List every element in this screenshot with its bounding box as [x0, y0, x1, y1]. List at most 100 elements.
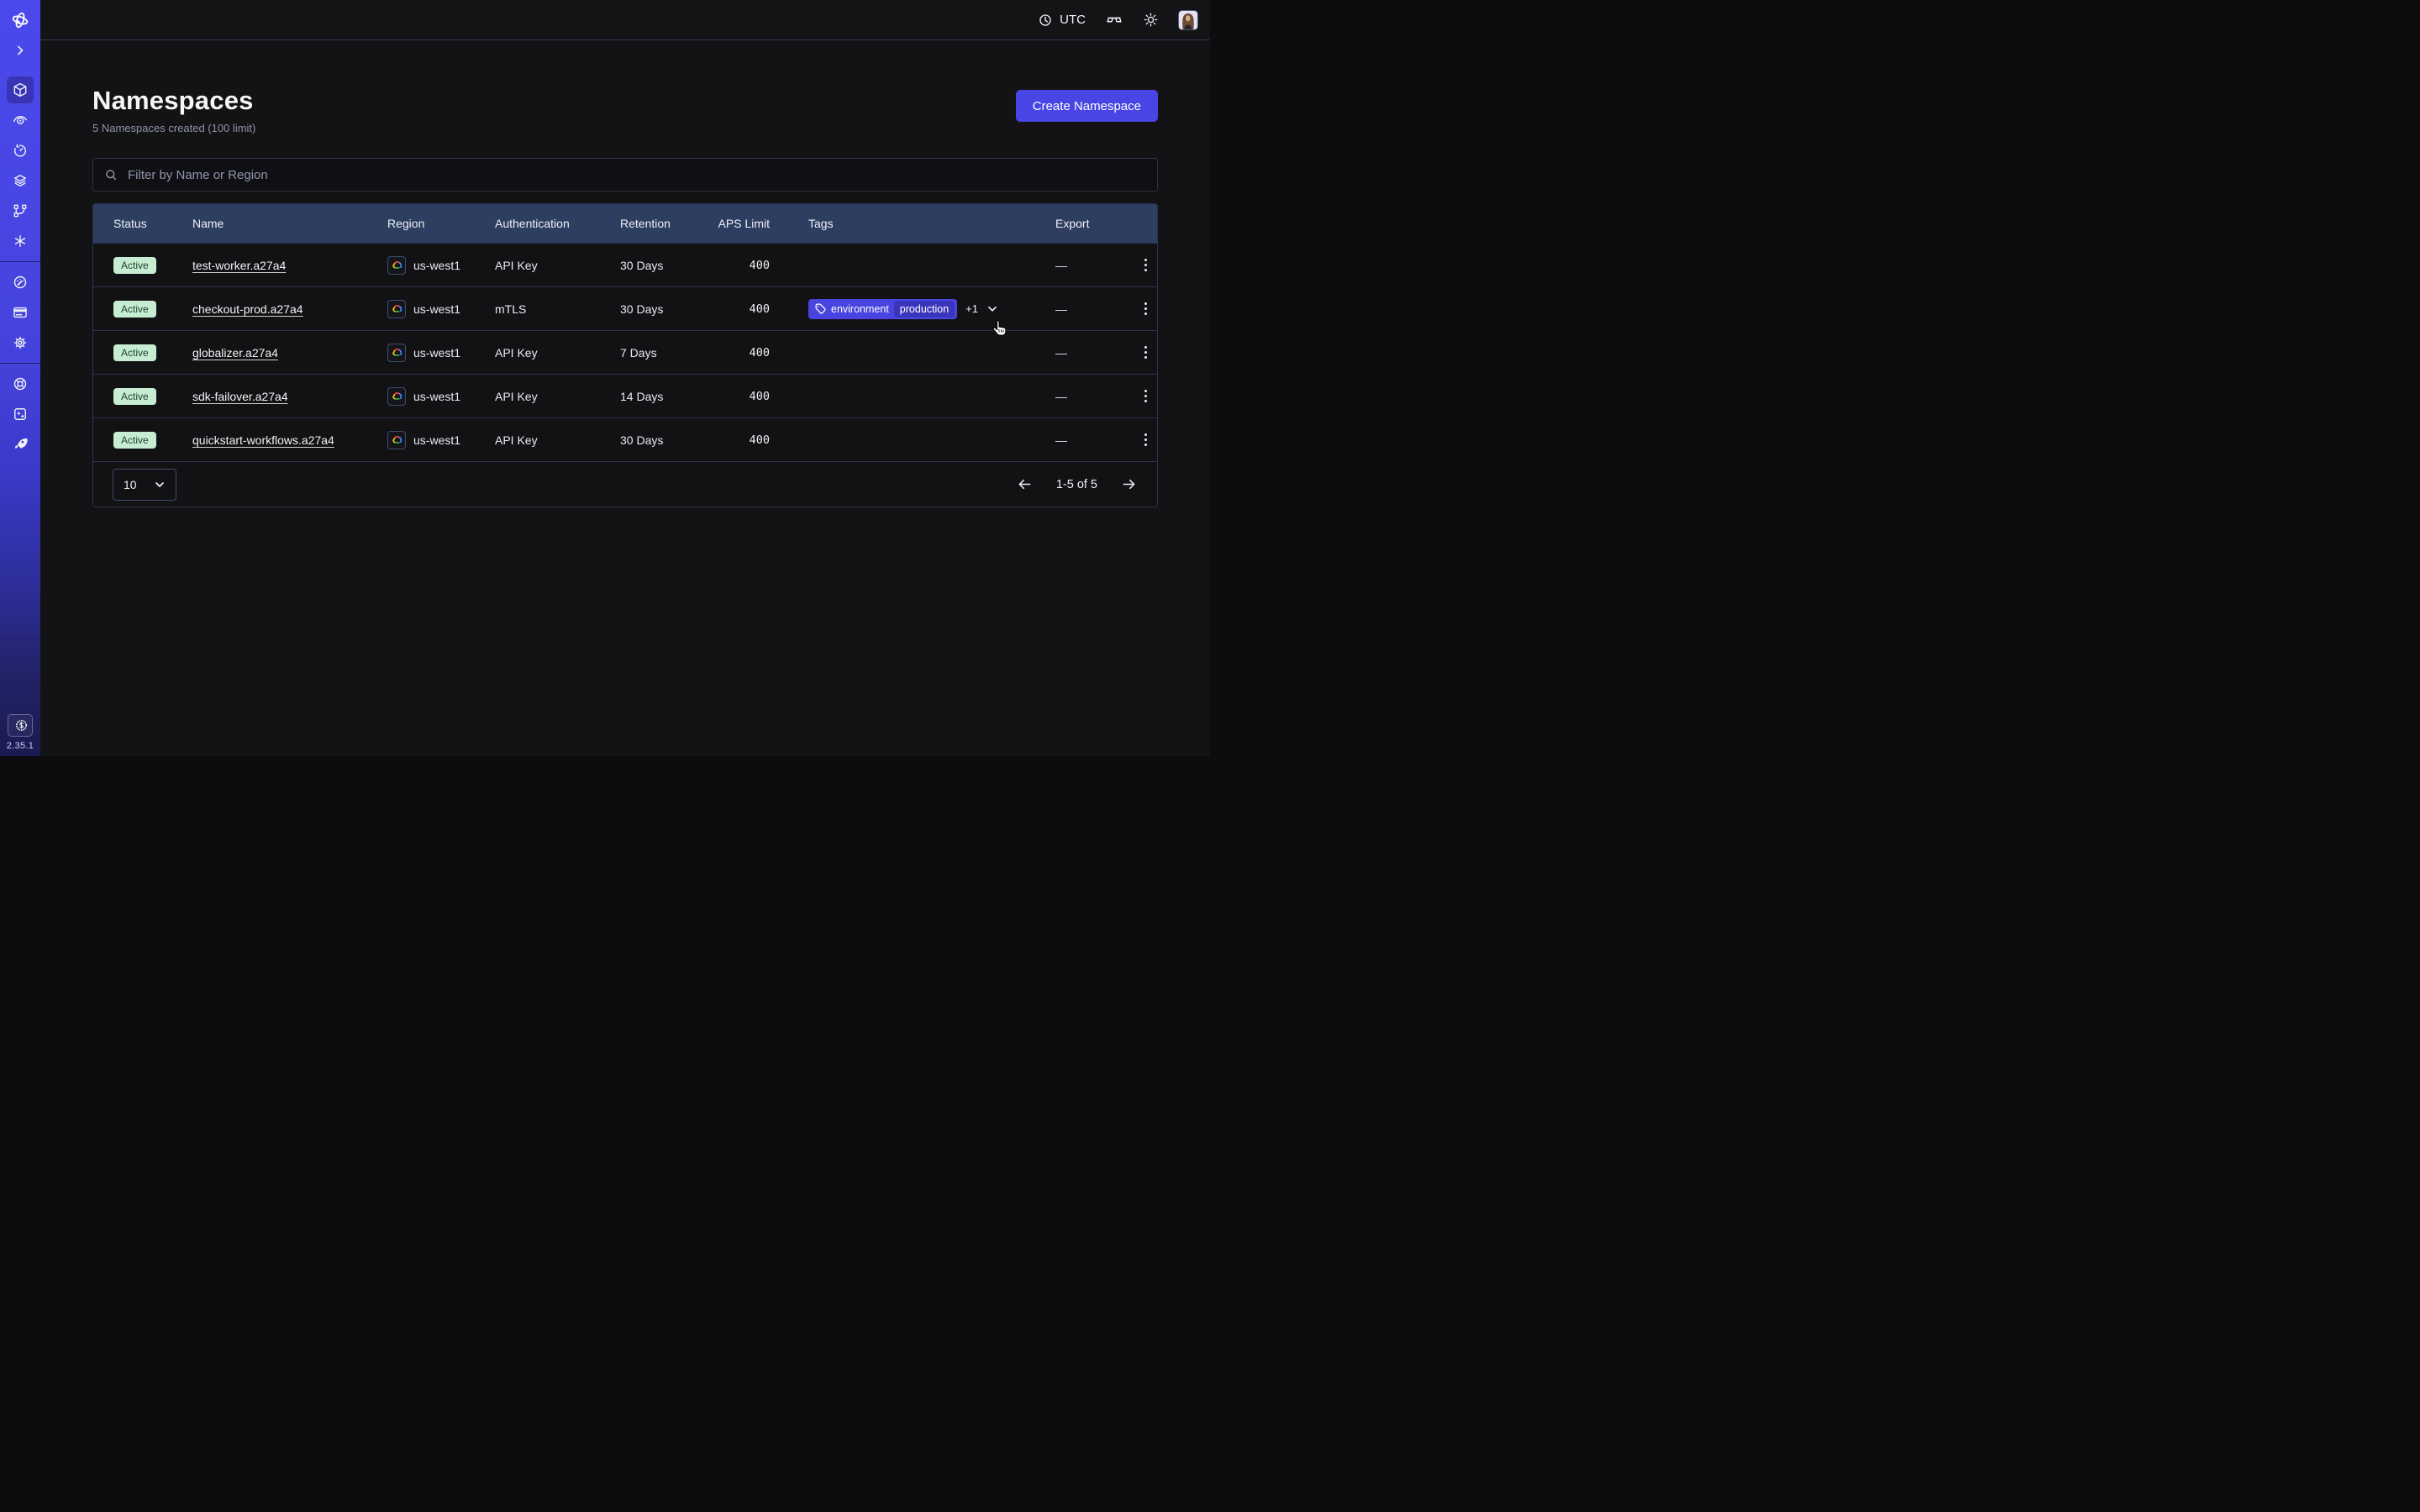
- sidebar-item-schedules[interactable]: [7, 137, 34, 164]
- col-header-tags: Tags: [770, 217, 1047, 230]
- col-header-name: Name: [192, 217, 387, 230]
- table-row: Active checkout-prod.a27a4 us-west1 mTLS: [93, 286, 1157, 330]
- namespace-link[interactable]: checkout-prod.a27a4: [192, 302, 303, 316]
- table-row: Active test-worker.a27a4 us-west1 API Ke…: [93, 243, 1157, 286]
- tags-cell: environment production +1: [770, 299, 1047, 319]
- glasses-icon: [1105, 11, 1123, 29]
- status-badge: Active: [113, 388, 156, 405]
- sidebar-item-billing[interactable]: [7, 299, 34, 326]
- auth-label: API Key: [495, 390, 620, 403]
- aps-limit-value: 400: [713, 390, 770, 403]
- page-subtitle: 5 Namespaces created (100 limit): [92, 122, 255, 134]
- app-version: 2.35.1: [7, 741, 34, 751]
- region-label: us-west1: [413, 346, 460, 360]
- sidebar-item-deployments[interactable]: [7, 167, 34, 194]
- clock-icon: [1038, 13, 1053, 28]
- namespace-link[interactable]: sdk-failover.a27a4: [192, 390, 288, 403]
- status-badge: Active: [113, 344, 156, 361]
- cube-icon: [12, 81, 29, 98]
- sidebar-expand-button[interactable]: [7, 37, 34, 64]
- page-title: Namespaces: [92, 86, 255, 116]
- sidebar-item-usage[interactable]: [7, 269, 34, 296]
- layers-icon: [12, 172, 29, 189]
- timezone-selector[interactable]: UTC: [1038, 13, 1086, 28]
- gcp-cloud-icon: [387, 256, 406, 275]
- aps-limit-value: 400: [713, 433, 770, 447]
- page-size-select[interactable]: 10: [113, 469, 176, 501]
- row-menu-button[interactable]: [1139, 341, 1159, 365]
- temporal-logo-button[interactable]: [7, 7, 34, 34]
- sidebar: 2.35.1: [0, 0, 40, 756]
- region-label: us-west1: [413, 259, 460, 272]
- row-menu-button[interactable]: [1139, 254, 1159, 277]
- sidebar-item-settings[interactable]: [7, 329, 34, 356]
- workflow-branch-icon: [12, 202, 29, 219]
- aps-limit-value: 400: [713, 346, 770, 360]
- gauge-icon: [12, 274, 29, 291]
- rocket-icon: [12, 436, 29, 453]
- user-avatar[interactable]: [1178, 10, 1198, 30]
- temporal-logo-icon: [10, 10, 30, 30]
- plan-badge-button[interactable]: [8, 714, 33, 737]
- export-value: —: [1047, 346, 1114, 360]
- tag-key: environment: [831, 303, 889, 315]
- chevron-down-icon: [986, 303, 998, 315]
- chevron-right-icon: [12, 42, 29, 59]
- row-menu-button[interactable]: [1139, 385, 1159, 408]
- col-header-aps-limit: APS Limit: [713, 217, 770, 230]
- sidebar-item-support[interactable]: [7, 370, 34, 397]
- tag-pill[interactable]: environment production: [808, 299, 957, 319]
- namespace-link[interactable]: quickstart-workflows.a27a4: [192, 433, 334, 447]
- theme-toggle-button[interactable]: [1143, 12, 1159, 28]
- row-menu-button[interactable]: [1139, 428, 1159, 452]
- timezone-label: UTC: [1060, 13, 1086, 27]
- table-header-row: Status Name Region Authentication Retent…: [93, 204, 1157, 243]
- sidebar-divider: [0, 261, 40, 262]
- filter-input[interactable]: [126, 167, 1147, 183]
- row-menu-button[interactable]: [1139, 297, 1159, 321]
- search-icon: [103, 167, 118, 182]
- aps-limit-value: 400: [713, 302, 770, 316]
- retention-label: 7 Days: [620, 346, 713, 360]
- gcp-cloud-icon: [387, 344, 406, 362]
- auth-label: mTLS: [495, 302, 620, 316]
- region-label: us-west1: [413, 302, 460, 316]
- gcp-cloud-icon: [387, 300, 406, 318]
- lifebuoy-icon: [12, 375, 29, 392]
- asterisk-icon: [12, 233, 29, 249]
- previous-page-button[interactable]: [1016, 475, 1034, 493]
- namespace-link[interactable]: globalizer.a27a4: [192, 346, 278, 360]
- sidebar-nav: [7, 76, 34, 255]
- auth-label: API Key: [495, 346, 620, 360]
- tags-more-count: +1: [965, 302, 978, 315]
- retention-label: 30 Days: [620, 259, 713, 272]
- next-page-button[interactable]: [1120, 475, 1138, 493]
- sidebar-item-namespaces[interactable]: [7, 76, 34, 103]
- sidebar-nav-help: [7, 370, 34, 458]
- sidebar-item-observability[interactable]: [7, 107, 34, 134]
- topbar: UTC: [40, 0, 1210, 40]
- table-row: Active globalizer.a27a4 us-west1 API Key: [93, 330, 1157, 374]
- filter-bar: [92, 158, 1158, 192]
- eye-swirl-icon: [12, 112, 29, 129]
- retention-label: 14 Days: [620, 390, 713, 403]
- col-header-retention: Retention: [620, 217, 713, 230]
- namespace-link[interactable]: test-worker.a27a4: [192, 259, 286, 272]
- sidebar-item-quickstart[interactable]: [7, 431, 34, 458]
- table-footer: 10 1-5 of 5: [93, 461, 1157, 507]
- sidebar-item-batch-operations[interactable]: [7, 197, 34, 224]
- status-badge: Active: [113, 301, 156, 318]
- auth-label: API Key: [495, 259, 620, 272]
- tag-value: production: [894, 301, 955, 318]
- sidebar-item-nexus[interactable]: [7, 228, 34, 255]
- arrow-right-icon: [1120, 475, 1138, 493]
- create-namespace-button[interactable]: Create Namespace: [1016, 90, 1158, 122]
- page-header: Namespaces 5 Namespaces created (100 lim…: [92, 86, 1158, 134]
- timer-icon: [12, 142, 29, 159]
- tags-expand-button[interactable]: [986, 303, 998, 315]
- auth-label: API Key: [495, 433, 620, 447]
- labs-toggle-button[interactable]: [1105, 11, 1123, 29]
- sidebar-item-getting-started[interactable]: [7, 401, 34, 428]
- table-row: Active quickstart-workflows.a27a4 us-wes…: [93, 417, 1157, 461]
- pagination-range: 1-5 of 5: [1056, 478, 1097, 491]
